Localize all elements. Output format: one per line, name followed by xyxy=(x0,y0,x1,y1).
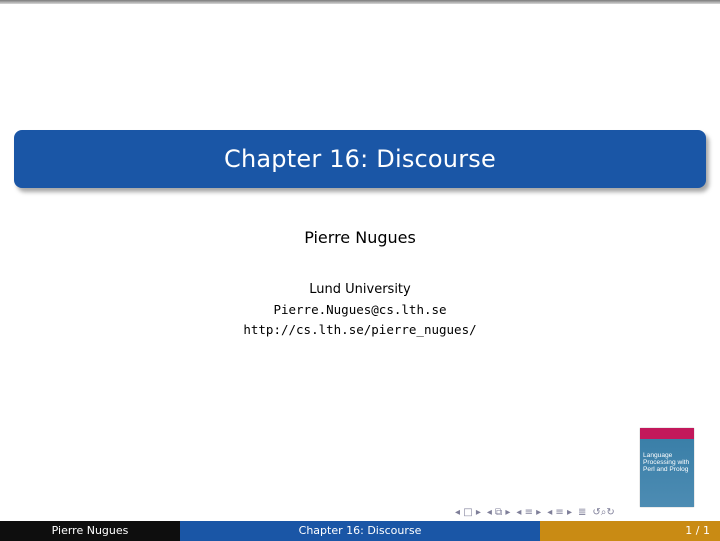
footer-author: Pierre Nugues xyxy=(0,521,180,541)
book-title-line2: Processing with xyxy=(643,459,690,467)
nav-frame-icon[interactable]: ◂ ⧉ ▸ xyxy=(487,507,511,518)
title-box: Chapter 16: Discourse xyxy=(14,130,706,188)
nav-section-icon[interactable]: ◂ ≡ ▸ xyxy=(516,507,541,518)
book-title-line1: Language xyxy=(643,452,673,459)
institution: Lund University xyxy=(309,282,411,297)
beamer-navigation: ◂ □ ▸ ◂ ⧉ ▸ ◂ ≡ ▸ ◂ ≡ ▸ ≣ ↺⌕↻ xyxy=(455,504,615,520)
author-name: Pierre Nugues xyxy=(304,228,416,247)
nav-align-icon[interactable]: ≣ xyxy=(578,507,586,518)
book-cover-image: Language Processing with Perl and Prolog xyxy=(640,428,694,507)
email-link[interactable]: Pierre.Nugues@cs.lth.se xyxy=(0,300,720,320)
nav-subsection-icon[interactable]: ◂ ≡ ▸ xyxy=(547,507,572,518)
homepage-link[interactable]: http://cs.lth.se/pierre_nugues/ xyxy=(0,320,720,340)
footer-title: Chapter 16: Discourse xyxy=(180,521,540,541)
slide-title: Chapter 16: Discourse xyxy=(224,145,496,173)
affiliation-block: Lund University Pierre.Nugues@cs.lth.se … xyxy=(0,280,720,340)
footer-bar: Pierre Nugues Chapter 16: Discourse 1 / … xyxy=(0,521,720,541)
top-rule xyxy=(0,0,720,4)
footer-page-number: 1 / 1 xyxy=(540,521,720,541)
nav-search-icon[interactable]: ↺⌕↻ xyxy=(592,507,614,518)
book-title-line3: Perl and Prolog xyxy=(643,466,689,474)
nav-first-icon[interactable]: ◂ □ ▸ xyxy=(455,507,481,518)
